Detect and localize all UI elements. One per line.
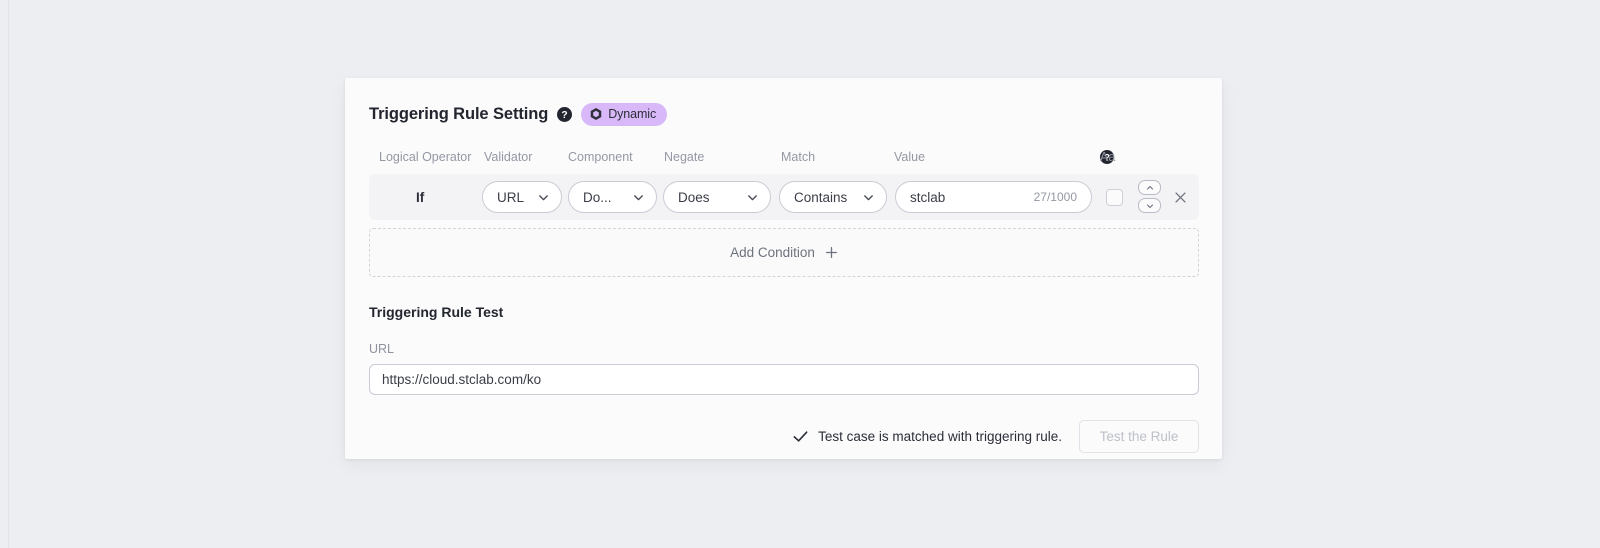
- close-icon: [1174, 191, 1186, 203]
- help-circle-icon[interactable]: ?: [557, 106, 573, 122]
- svg-text:?: ?: [562, 110, 568, 121]
- value-input[interactable]: stclab 27/1000: [895, 181, 1092, 213]
- test-the-rule-button[interactable]: Test the Rule: [1079, 420, 1199, 453]
- chevron-down-icon: [1146, 203, 1153, 208]
- test-footer: Test case is matched with triggering rul…: [369, 420, 1199, 453]
- column-header-value: Value: [894, 150, 926, 164]
- test-url-value: https://cloud.stclab.com/ko: [382, 372, 542, 387]
- test-status-text: Test case is matched with triggering rul…: [818, 429, 1062, 444]
- chevron-down-icon: [864, 194, 873, 200]
- logical-operator-label: If: [416, 189, 425, 205]
- column-header-match: Match: [781, 150, 816, 164]
- page-title: Triggering Rule Setting: [369, 104, 549, 123]
- match-select[interactable]: Contains: [779, 181, 887, 213]
- chevron-down-icon: [634, 194, 643, 200]
- add-condition-button[interactable]: Add Condition: [369, 228, 1199, 277]
- component-select-value: Do...: [583, 189, 612, 205]
- badge-label: Dynamic: [608, 107, 657, 121]
- app-background: Triggering Rule Setting ? Dynamic Logica…: [0, 0, 1600, 548]
- column-header-case-sensitivity-label: Aa: [1100, 150, 1116, 164]
- cube-icon: [590, 108, 602, 120]
- chevron-up-icon: [1146, 185, 1153, 190]
- plus-icon: [825, 247, 837, 258]
- status-badge: Dynamic: [581, 102, 668, 126]
- move-condition-up-button[interactable]: [1138, 180, 1161, 195]
- component-select[interactable]: Do...: [568, 181, 657, 213]
- chevron-down-icon: [748, 194, 757, 200]
- match-select-value: Contains: [794, 189, 848, 205]
- column-header-logical-operator: Logical Operator: [379, 150, 472, 164]
- card-content: Triggering Rule Setting ? Dynamic Logica…: [369, 101, 1199, 453]
- condition-column-headers: Logical Operator Validator Component Neg…: [369, 150, 1199, 169]
- negate-select-value: Does: [678, 189, 710, 205]
- value-input-text: stclab: [910, 189, 946, 205]
- column-header-negate: Negate: [664, 150, 705, 164]
- move-condition-down-button[interactable]: [1138, 198, 1161, 213]
- column-header-case-sensitivity: Aa ?: [1100, 150, 1116, 164]
- value-character-counter: 27/1000: [1033, 190, 1077, 204]
- card-header: Triggering Rule Setting ? Dynamic: [369, 101, 1199, 127]
- case-sensitive-checkbox[interactable]: [1106, 188, 1123, 206]
- row-reorder-stepper: [1138, 180, 1161, 213]
- remove-condition-button[interactable]: [1171, 188, 1189, 206]
- chevron-down-icon: [539, 194, 548, 200]
- left-edge-divider: [8, 0, 9, 548]
- validator-select[interactable]: URL: [482, 181, 562, 213]
- test-status: Test case is matched with triggering rul…: [792, 428, 1062, 445]
- url-field-label: URL: [369, 342, 395, 356]
- negate-select[interactable]: Does: [663, 181, 771, 213]
- add-condition-label: Add Condition: [730, 245, 815, 260]
- triggering-rule-card: Triggering Rule Setting ? Dynamic Logica…: [345, 78, 1222, 459]
- test-section-title: Triggering Rule Test: [369, 304, 504, 320]
- test-url-input[interactable]: https://cloud.stclab.com/ko: [369, 364, 1199, 395]
- condition-row: If URL Do... Does Contains stclab 27/100…: [369, 174, 1199, 220]
- column-header-validator: Validator: [484, 150, 533, 164]
- validator-select-value: URL: [497, 189, 525, 205]
- column-header-component: Component: [568, 150, 633, 164]
- check-icon: [793, 431, 808, 442]
